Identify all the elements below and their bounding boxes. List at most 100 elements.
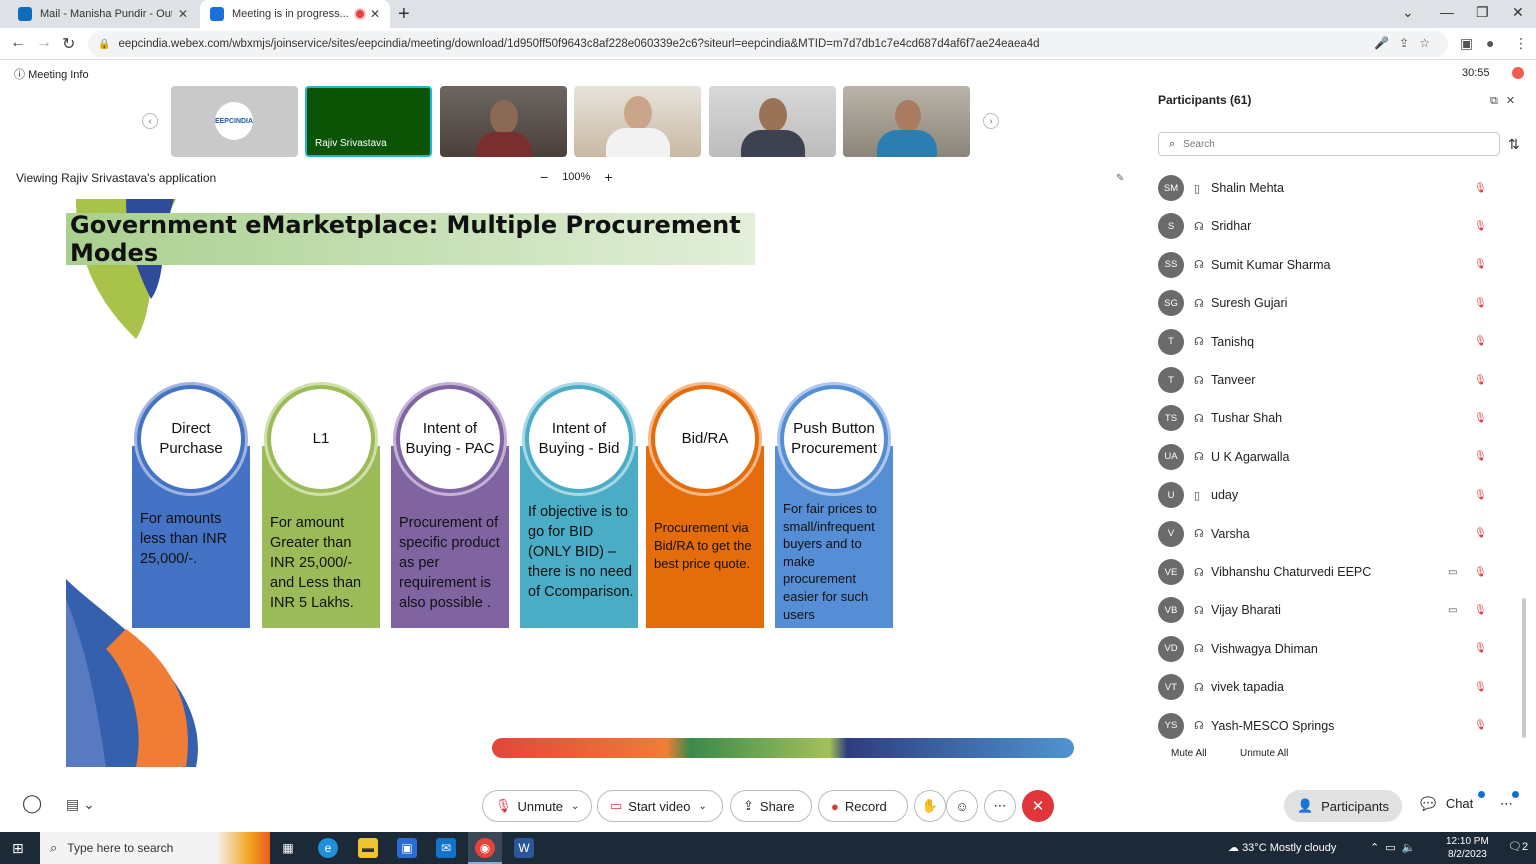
close-tab-icon[interactable]: ✕ (370, 7, 380, 21)
tab-webex[interactable]: Meeting is in progress... ✕ (200, 0, 390, 28)
muted-mic-icon[interactable]: 🎙 (1474, 375, 1487, 386)
meeting-info-button[interactable]: ⓘ Meeting Info (14, 66, 89, 82)
edge-icon[interactable]: e (318, 838, 338, 858)
record-button[interactable]: ● Record (818, 790, 908, 822)
muted-mic-icon[interactable]: 🎙 (1474, 682, 1487, 693)
participant-row[interactable]: SG ☊ Suresh Gujari 🎙 (1148, 284, 1534, 322)
close-tab-icon[interactable]: ✕ (178, 7, 188, 21)
profile-icon[interactable]: ● (1486, 35, 1494, 51)
mail-icon[interactable]: ✉ (436, 838, 456, 858)
previous-thumbnails-button[interactable]: ‹ (142, 113, 158, 129)
participant-row[interactable]: SS ☊ Sumit Kumar Sharma 🎙 (1148, 246, 1534, 284)
tab-outlook[interactable]: Mail - Manisha Pundir - Outlook ✕ (8, 0, 198, 28)
maximize-button[interactable]: ❐ (1476, 4, 1489, 21)
video-thumbnail[interactable] (574, 86, 701, 157)
muted-mic-icon[interactable]: 🎙 (1474, 605, 1487, 616)
close-window-button[interactable]: ✕ (1512, 4, 1524, 21)
chrome-icon[interactable]: ◉ (475, 838, 495, 858)
omnibox-icons[interactable]: 🎤⇪☆ (1374, 36, 1440, 50)
popout-icon[interactable]: ⧉ (1490, 95, 1506, 107)
participant-row[interactable]: U ▯ uday 🎙 (1148, 476, 1534, 514)
taskbar-clock[interactable]: 12:10 PM 8/2/2023 (1446, 835, 1489, 861)
sort-icon[interactable]: ⇅ (1508, 136, 1520, 153)
unmute-all-button[interactable]: Unmute All (1240, 748, 1288, 759)
muted-mic-icon[interactable]: 🎙 (1474, 336, 1487, 347)
forward-icon[interactable]: → (36, 34, 52, 52)
participant-row[interactable]: UA ☊ U K Agarwalla 🎙 (1148, 438, 1534, 476)
participant-row[interactable]: YS ☊ Yash-MESCO Springs 🎙 (1148, 707, 1534, 745)
muted-mic-icon[interactable]: 🎙 (1474, 259, 1487, 270)
participant-search-input[interactable]: ⌕ Search (1158, 132, 1500, 156)
search-icon: ⌕ (1169, 137, 1176, 150)
url-input[interactable]: 🔒 eepcindia.webex.com/wbxmjs/joinservice… (88, 31, 1448, 57)
more-options-button[interactable]: ⋯ (984, 790, 1016, 822)
muted-mic-icon[interactable]: 🎙 (1474, 720, 1487, 731)
video-camera-icon: ▭ (1448, 604, 1458, 616)
video-thumbnail[interactable] (709, 86, 836, 157)
slide-title: Government eMarketplace: Multiple Procur… (66, 211, 755, 267)
store-icon[interactable]: ▣ (397, 838, 417, 858)
participant-row[interactable]: T ☊ Tanishq 🎙 (1148, 323, 1534, 361)
start-video-button[interactable]: ▭ Start video ⌄ (597, 790, 723, 822)
zoom-in-button[interactable]: + (604, 170, 612, 184)
weather-widget[interactable]: ☁ 33°C Mostly cloudy (1228, 841, 1336, 854)
reload-icon[interactable]: ↻ (62, 34, 75, 54)
muted-mic-icon[interactable]: 🎙 (1474, 490, 1487, 501)
minimize-button[interactable]: — (1440, 4, 1454, 20)
tab-search-icon[interactable]: ⌄ (1402, 4, 1414, 21)
chat-button[interactable]: 💬 Chat (1420, 796, 1473, 812)
sidebar-icon[interactable]: ▣ (1460, 35, 1473, 52)
video-thumbnail-active-speaker[interactable]: Rajiv Srivastava (305, 86, 432, 157)
participant-row[interactable]: VT ☊ vivek tapadia 🎙 (1148, 668, 1534, 706)
close-panel-icon[interactable]: ✕ (1506, 95, 1523, 107)
reactions-button[interactable]: ☺ (946, 790, 978, 822)
captions-icon[interactable]: ▤ ⌄ (66, 796, 95, 813)
file-explorer-icon[interactable]: ▬ (358, 838, 378, 858)
mute-all-button[interactable]: Mute All (1171, 748, 1207, 759)
status-icon[interactable]: ◯ (22, 793, 42, 814)
address-bar: ← → ↻ 🔒 eepcindia.webex.com/wbxmjs/joins… (0, 28, 1536, 60)
participant-row[interactable]: VE ☊ Vibhanshu Chaturvedi EEPC ▭ 🎙 (1148, 553, 1534, 591)
video-thumbnail[interactable] (843, 86, 970, 157)
participant-row[interactable]: VD ☊ Vishwagya Dhiman 🎙 (1148, 630, 1534, 668)
video-thumbnail[interactable]: EEPCINDIA (171, 86, 298, 157)
windows-start-icon[interactable]: ⊞ (12, 840, 24, 857)
muted-mic-icon[interactable]: 🎙 (1474, 298, 1487, 309)
muted-mic-icon[interactable]: 🎙 (1474, 413, 1487, 424)
participant-row[interactable]: V ☊ Varsha 🎙 (1148, 515, 1534, 553)
muted-mic-icon[interactable]: 🎙 (1474, 221, 1487, 232)
participant-row[interactable]: SM ▯ Shalin Mehta 🎙 (1148, 169, 1534, 207)
annotate-icon[interactable]: ✎ (1116, 173, 1124, 184)
video-thumbnail[interactable] (440, 86, 567, 157)
menu-icon[interactable]: ⋮ (1514, 35, 1528, 52)
participant-scrollbar[interactable] (1522, 598, 1526, 738)
zoom-out-button[interactable]: − (540, 170, 548, 184)
unmute-button[interactable]: 🎙 Unmute ⌄ (482, 790, 592, 822)
new-tab-button[interactable]: + (398, 3, 410, 26)
mode-description: If objective is to go for BID (ONLY BID)… (528, 504, 634, 600)
word-icon[interactable]: W (514, 838, 534, 858)
muted-mic-icon[interactable]: 🎙 (1474, 643, 1487, 654)
back-icon[interactable]: ← (10, 34, 26, 52)
notifications-icon[interactable]: 🗨2 (1508, 840, 1528, 853)
recording-status-icon (1512, 67, 1524, 79)
next-thumbnails-button[interactable]: › (983, 113, 999, 129)
participant-row[interactable]: TS ☊ Tushar Shah 🎙 (1148, 399, 1534, 437)
participant-row[interactable]: S ☊ Sridhar 🎙 (1148, 207, 1534, 245)
outlook-icon (18, 7, 32, 21)
taskbar-search-input[interactable]: ⌕ Type here to search (40, 832, 270, 864)
task-view-icon[interactable]: ▦ (278, 838, 298, 858)
share-button[interactable]: ⇪ Share (730, 790, 812, 822)
more-panels-button[interactable]: ⋯ (1500, 796, 1513, 812)
system-tray[interactable]: ⌃▭🔈 (1370, 841, 1421, 854)
participant-row[interactable]: VB ☊ Vijay Bharati ▭ 🎙 (1148, 591, 1534, 629)
muted-mic-icon[interactable]: 🎙 (1474, 567, 1487, 578)
participants-button[interactable]: 👤 Participants (1284, 790, 1402, 822)
muted-mic-icon[interactable]: 🎙 (1474, 183, 1487, 194)
raise-hand-button[interactable]: ✋ (914, 790, 946, 822)
muted-mic-icon[interactable]: 🎙 (1474, 451, 1487, 462)
participant-body (741, 130, 805, 157)
muted-mic-icon[interactable]: 🎙 (1474, 528, 1487, 539)
leave-meeting-button[interactable]: ✕ (1022, 790, 1054, 822)
participant-row[interactable]: T ☊ Tanveer 🎙 (1148, 361, 1534, 399)
